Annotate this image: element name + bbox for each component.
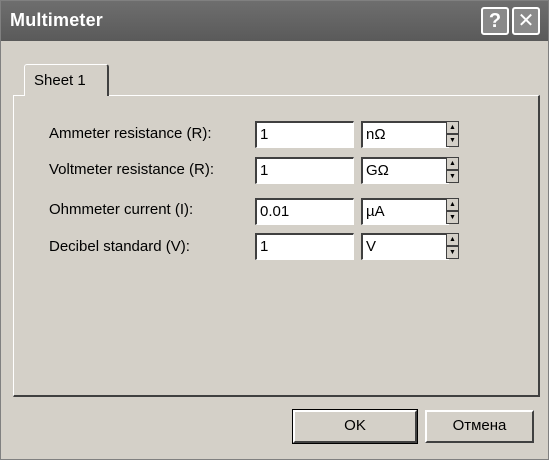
ok-button[interactable]: OK — [292, 409, 418, 444]
ohmmeter-current-input[interactable]: 0.01 — [255, 198, 354, 225]
ammeter-resistance-input[interactable]: 1 — [255, 121, 354, 148]
cancel-button[interactable]: Отмена — [425, 410, 534, 443]
title-bar[interactable]: Multimeter ? ✕ — [1, 1, 548, 41]
ohmmeter-current-unit-field[interactable]: µA — [361, 198, 449, 225]
decibel-unit-spinner[interactable]: ▲ ▼ — [446, 233, 459, 260]
voltmeter-unit-spinner[interactable]: ▲ ▼ — [446, 157, 459, 184]
ammeter-resistance-unit-field[interactable]: nΩ — [361, 121, 449, 148]
ohmmeter-current-label: Ohmmeter current (I): — [49, 201, 194, 218]
ammeter-resistance-label: Ammeter resistance (R): — [49, 125, 212, 142]
spin-down-icon[interactable]: ▼ — [446, 246, 459, 259]
spin-down-icon[interactable]: ▼ — [446, 170, 459, 183]
spin-down-icon[interactable]: ▼ — [446, 211, 459, 224]
help-button[interactable]: ? — [481, 7, 509, 35]
tab-label: Sheet 1 — [34, 72, 86, 89]
ohmmeter-unit-spinner[interactable]: ▲ ▼ — [446, 198, 459, 225]
ammeter-unit-spinner[interactable]: ▲ ▼ — [446, 121, 459, 148]
window-title: Multimeter — [10, 10, 104, 30]
spin-up-icon[interactable]: ▲ — [446, 121, 459, 134]
voltmeter-resistance-input[interactable]: 1 — [255, 157, 354, 184]
tab-sheet-1[interactable]: Sheet 1 — [24, 64, 109, 96]
decibel-standard-label: Decibel standard (V): — [49, 238, 190, 255]
close-icon: ✕ — [517, 10, 535, 32]
decibel-standard-unit-field[interactable]: V — [361, 233, 449, 260]
help-icon: ? — [488, 10, 502, 32]
voltmeter-resistance-unit-field[interactable]: GΩ — [361, 157, 449, 184]
spin-up-icon[interactable]: ▲ — [446, 157, 459, 170]
spin-up-icon[interactable]: ▲ — [446, 198, 459, 211]
voltmeter-resistance-label: Voltmeter resistance (R): — [49, 161, 215, 178]
spin-up-icon[interactable]: ▲ — [446, 233, 459, 246]
close-button[interactable]: ✕ — [512, 7, 540, 35]
multimeter-dialog: Multimeter ? ✕ Sheet 1 Ammeter resistanc… — [0, 0, 549, 460]
decibel-standard-input[interactable]: 1 — [255, 233, 354, 260]
spin-down-icon[interactable]: ▼ — [446, 134, 459, 147]
